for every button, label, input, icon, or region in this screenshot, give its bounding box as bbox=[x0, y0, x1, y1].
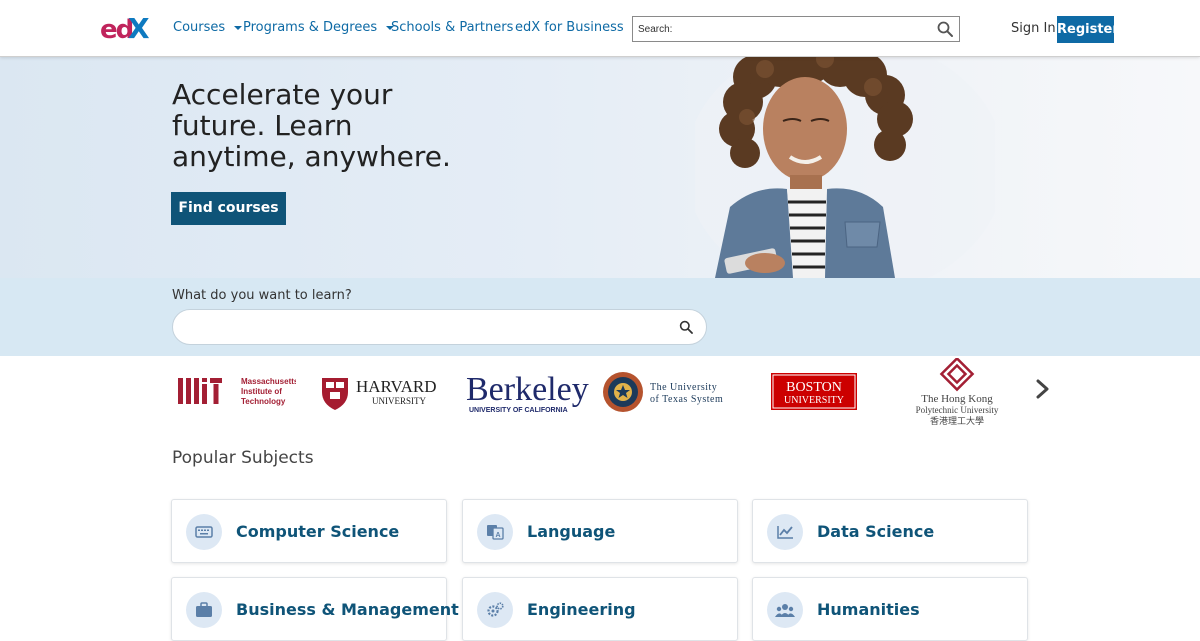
texas-line-2: of Texas System bbox=[650, 394, 723, 405]
berkeley-sub: UNIVERSITY OF CALIFORNIA bbox=[469, 407, 568, 414]
harvard-sub: UNIVERSITY bbox=[372, 396, 426, 406]
people-icon bbox=[775, 604, 795, 617]
subject-icon-badge bbox=[767, 514, 803, 550]
nav-schools-partners[interactable]: Schools & Partners bbox=[391, 20, 513, 35]
subject-icon-badge bbox=[186, 592, 222, 628]
subject-icon-badge bbox=[767, 592, 803, 628]
subject-card-language[interactable]: A Language bbox=[462, 499, 738, 563]
nav-business-label: edX for Business bbox=[515, 20, 624, 35]
hero-headline-line: anytime, anywhere. bbox=[172, 140, 451, 173]
search-icon[interactable] bbox=[936, 20, 954, 38]
subject-icon-badge: A bbox=[477, 514, 513, 550]
bu-line-1: BOSTON bbox=[786, 380, 842, 395]
polyu-line-3: 香港理工大學 bbox=[930, 415, 984, 427]
nav-programs-label: Programs & Degrees bbox=[243, 20, 378, 35]
nav-courses[interactable]: Courses bbox=[173, 20, 243, 35]
hero-student-photo bbox=[695, 57, 995, 278]
chevron-down-icon bbox=[234, 25, 243, 30]
nav-programs-degrees[interactable]: Programs & Degrees bbox=[243, 20, 395, 35]
find-courses-button[interactable]: Find courses bbox=[171, 192, 286, 225]
translate-icon: A bbox=[487, 525, 504, 540]
svg-text:X: X bbox=[128, 12, 150, 44]
subject-card-label: Language bbox=[527, 522, 616, 541]
gears-icon bbox=[487, 602, 504, 617]
bu-line-2: UNIVERSITY bbox=[784, 395, 844, 406]
texas-line-1: The University bbox=[650, 382, 717, 393]
learn-search-input[interactable] bbox=[187, 310, 677, 344]
header-search bbox=[632, 16, 960, 42]
mit-text-line: Institute of bbox=[241, 387, 282, 396]
harvard-name: HARVARD bbox=[356, 377, 437, 396]
chevron-right-icon[interactable] bbox=[1034, 378, 1052, 400]
header-search-input[interactable] bbox=[633, 17, 929, 42]
register-button[interactable]: Register bbox=[1057, 16, 1119, 43]
nav-courses-label: Courses bbox=[173, 20, 226, 35]
search-icon[interactable] bbox=[679, 320, 693, 334]
site-header: ed X Courses Programs & Degrees Schools … bbox=[0, 0, 1200, 57]
subject-card-label: Data Science bbox=[817, 522, 935, 541]
learn-search-label: What do you want to learn? bbox=[172, 288, 352, 303]
mit-logo[interactable]: Massachusetts Institute of Technology bbox=[176, 370, 296, 414]
subject-card-label: Engineering bbox=[527, 600, 636, 619]
sign-in-link[interactable]: Sign In bbox=[1011, 21, 1056, 36]
texas-system-logo[interactable]: The University of Texas System bbox=[602, 370, 746, 414]
subject-card-humanities[interactable]: Humanities bbox=[752, 577, 1028, 641]
berkeley-logo[interactable]: Berkeley UNIVERSITY OF CALIFORNIA bbox=[466, 370, 594, 414]
boston-university-logo[interactable]: BOSTON UNIVERSITY bbox=[770, 370, 858, 414]
svg-text:A: A bbox=[495, 532, 500, 539]
edx-logo[interactable]: ed X bbox=[100, 12, 160, 44]
subject-icon-badge bbox=[186, 514, 222, 550]
learn-search-band: What do you want to learn? bbox=[0, 278, 1200, 356]
popular-subjects-heading: Popular Subjects bbox=[172, 448, 314, 468]
hero-headline-line: Accelerate your bbox=[172, 78, 393, 111]
mit-text-line: Massachusetts bbox=[241, 377, 296, 386]
subject-card-data-science[interactable]: Data Science bbox=[752, 499, 1028, 563]
polyu-line-2: Polytechnic University bbox=[916, 405, 999, 415]
berkeley-name: Berkeley bbox=[466, 371, 589, 408]
subject-card-label: Humanities bbox=[817, 600, 920, 619]
subject-card-business-management[interactable]: Business & Management bbox=[171, 577, 459, 641]
subject-icon-badge bbox=[477, 592, 513, 628]
hero-headline: Accelerate your future. Learn anytime, a… bbox=[172, 79, 492, 172]
chart-line-icon bbox=[777, 526, 793, 539]
nav-schools-label: Schools & Partners bbox=[391, 20, 514, 35]
polyu-logo[interactable]: The Hong Kong Polytechnic University 香港理… bbox=[884, 358, 1030, 428]
polyu-line-1: The Hong Kong bbox=[921, 393, 993, 405]
subject-card-label: Computer Science bbox=[236, 522, 400, 541]
mit-text-line: Technology bbox=[241, 397, 286, 406]
harvard-logo[interactable]: HARVARD UNIVERSITY bbox=[320, 370, 454, 414]
learn-search-field bbox=[172, 309, 707, 345]
hero-headline-line: future. Learn bbox=[172, 109, 353, 142]
keyboard-icon bbox=[195, 526, 213, 538]
nav-edx-for-business[interactable]: edX for Business bbox=[515, 20, 624, 35]
briefcase-icon bbox=[196, 602, 212, 617]
partner-logos: Massachusetts Institute of Technology HA… bbox=[0, 356, 1200, 436]
hero-banner: Accelerate your future. Learn anytime, a… bbox=[0, 57, 1200, 278]
subject-card-engineering[interactable]: Engineering bbox=[462, 577, 738, 641]
subject-card-computer-science[interactable]: Computer Science bbox=[171, 499, 447, 563]
subject-card-label: Business & Management bbox=[236, 600, 459, 619]
